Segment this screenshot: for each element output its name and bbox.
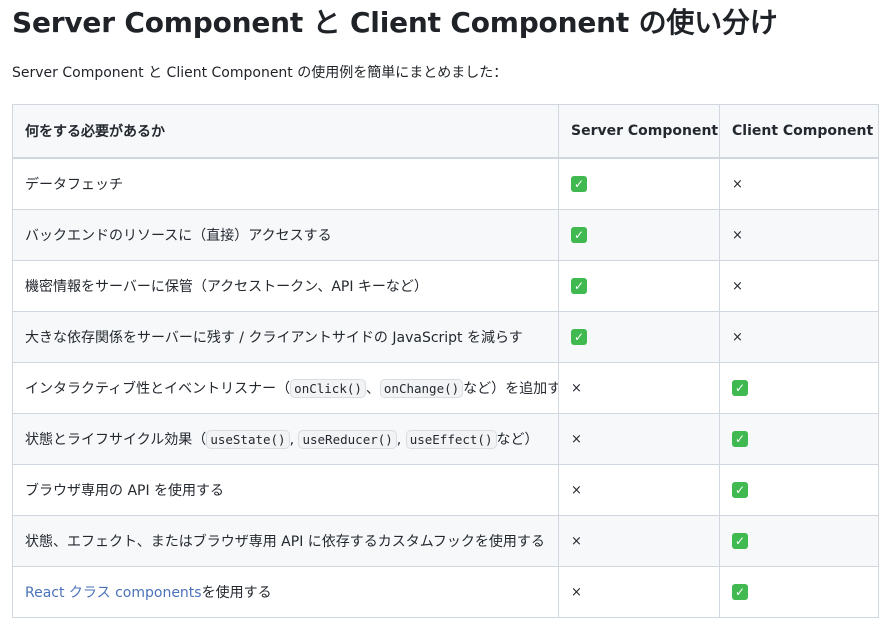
requirement-text: ブラウザ専用の API を使用する bbox=[25, 483, 225, 499]
cross-icon: × bbox=[571, 381, 582, 396]
table-header: 何をする必要があるか Server Component Client Compo… bbox=[12, 104, 879, 159]
requirement-text: 大きな依存関係をサーバーに残す / クライアントサイドの JavaScript … bbox=[25, 330, 523, 346]
requirement-cell: インタラクティブ性とイベントリスナー（ onClick()、 onChange() な… bbox=[12, 362, 559, 414]
client-status-cell: ✓ bbox=[719, 413, 879, 465]
check-icon: ✓ bbox=[571, 329, 587, 345]
header-requirement: 何をする必要があるか bbox=[12, 104, 559, 159]
table-row: インタラクティブ性とイベントリスナー（ onClick()、 onChange() な… bbox=[12, 362, 879, 414]
requirement-cell: ブラウザ専用の API を使用する bbox=[12, 464, 559, 516]
client-status-cell: ✓ bbox=[719, 362, 879, 414]
cross-icon: × bbox=[732, 279, 743, 294]
intro-paragraph: Server Component と Client Component の使用例… bbox=[12, 65, 508, 81]
check-icon: ✓ bbox=[732, 380, 748, 396]
comparison-table: 何をする必要があるか Server Component Client Compo… bbox=[12, 104, 879, 618]
requirement-text: データフェッチ bbox=[25, 177, 123, 193]
client-status-cell: × bbox=[719, 157, 879, 210]
check-icon: ✓ bbox=[571, 227, 587, 243]
table-row: ブラウザ専用の API を使用する × ✓ bbox=[12, 464, 879, 516]
table-row: 状態、エフェクト、またはブラウザ専用 API に依存するカスタムフックを使用する… bbox=[12, 515, 879, 567]
server-status-cell: × bbox=[558, 362, 720, 414]
requirement-text: など） bbox=[496, 432, 539, 448]
requirement-text: 状態とライフサイクル効果（ bbox=[25, 432, 207, 448]
requirement-cell: 状態とライフサイクル効果（ useState(), useReducer(), u… bbox=[12, 413, 559, 465]
header-server-component: Server Component bbox=[558, 104, 720, 159]
requirement-cell: データフェッチ bbox=[12, 157, 559, 210]
server-status-cell: × bbox=[558, 566, 720, 618]
requirement-text: 機密情報をサーバーに保管（アクセストークン、API キーなど） bbox=[25, 279, 428, 295]
server-status-cell: × bbox=[558, 413, 720, 465]
requirement-cell: バックエンドのリソースに（直接）アクセスする bbox=[12, 209, 559, 261]
requirement-cell: 大きな依存関係をサーバーに残す / クライアントサイドの JavaScript … bbox=[12, 311, 559, 363]
inline-code: useState() bbox=[206, 430, 290, 449]
server-status-cell: × bbox=[558, 515, 720, 567]
requirement-cell: 状態、エフェクト、またはブラウザ専用 API に依存するカスタムフックを使用する bbox=[12, 515, 559, 567]
requirement-text: を使用する bbox=[201, 585, 272, 601]
cross-icon: × bbox=[732, 228, 743, 243]
separator-text: , bbox=[396, 432, 406, 448]
cross-icon: × bbox=[732, 330, 743, 345]
separator-text: 、 bbox=[365, 381, 380, 397]
requirement-text: インタラクティブ性とイベントリスナー（ bbox=[25, 381, 291, 397]
requirement-text: バックエンドのリソースに（直接）アクセスする bbox=[25, 228, 332, 244]
cross-icon: × bbox=[571, 483, 582, 498]
client-status-cell: ✓ bbox=[719, 464, 879, 516]
react-class-components-link[interactable]: React クラス components bbox=[25, 585, 202, 601]
check-icon: ✓ bbox=[732, 482, 748, 498]
table-row: 機密情報をサーバーに保管（アクセストークン、API キーなど） ✓ × bbox=[12, 260, 879, 312]
cross-icon: × bbox=[571, 585, 582, 600]
cross-icon: × bbox=[571, 534, 582, 549]
header-client-component: Client Component bbox=[719, 104, 879, 159]
inline-code: useReducer() bbox=[298, 430, 397, 449]
requirement-text: 状態、エフェクト、またはブラウザ専用 API に依存するカスタムフックを使用する bbox=[25, 534, 545, 550]
check-icon: ✓ bbox=[732, 533, 748, 549]
server-status-cell: ✓ bbox=[558, 260, 720, 312]
table-row: React クラス componentsを使用する × ✓ bbox=[12, 566, 879, 618]
cross-icon: × bbox=[732, 177, 743, 192]
client-status-cell: × bbox=[719, 260, 879, 312]
client-status-cell: ✓ bbox=[719, 566, 879, 618]
inline-code: useEffect() bbox=[405, 430, 497, 449]
client-status-cell: × bbox=[719, 311, 879, 363]
check-icon: ✓ bbox=[571, 176, 587, 192]
server-status-cell: ✓ bbox=[558, 311, 720, 363]
server-status-cell: ✓ bbox=[558, 209, 720, 261]
table-body: データフェッチ ✓ × バックエンドのリソースに（直接）アクセスする ✓ × 機密情報をサー… bbox=[12, 157, 879, 618]
client-status-cell: × bbox=[719, 209, 879, 261]
requirement-text: など）を追加する bbox=[463, 381, 557, 397]
table-row: 大きな依存関係をサーバーに残す / クライアントサイドの JavaScript … bbox=[12, 311, 879, 363]
server-status-cell: ✓ bbox=[558, 157, 720, 210]
check-icon: ✓ bbox=[732, 431, 748, 447]
table-row: バックエンドのリソースに（直接）アクセスする ✓ × bbox=[12, 209, 879, 261]
page-title: Server Component と Client Component の使い分… bbox=[12, 6, 778, 39]
table-header-row: 何をする必要があるか Server Component Client Compo… bbox=[12, 104, 879, 159]
page-content: Server Component と Client Component の使い分… bbox=[12, 0, 879, 618]
check-icon: ✓ bbox=[571, 278, 587, 294]
client-status-cell: ✓ bbox=[719, 515, 879, 567]
cross-icon: × bbox=[571, 432, 582, 447]
requirement-cell: 機密情報をサーバーに保管（アクセストークン、API キーなど） bbox=[12, 260, 559, 312]
table-row: 状態とライフサイクル効果（ useState(), useReducer(), u… bbox=[12, 413, 879, 465]
server-status-cell: × bbox=[558, 464, 720, 516]
requirement-cell: React クラス componentsを使用する bbox=[12, 566, 559, 618]
table-row: データフェッチ ✓ × bbox=[12, 157, 879, 210]
inline-code: onChange() bbox=[379, 379, 464, 398]
inline-code: onClick() bbox=[290, 379, 366, 398]
check-icon: ✓ bbox=[732, 584, 748, 600]
